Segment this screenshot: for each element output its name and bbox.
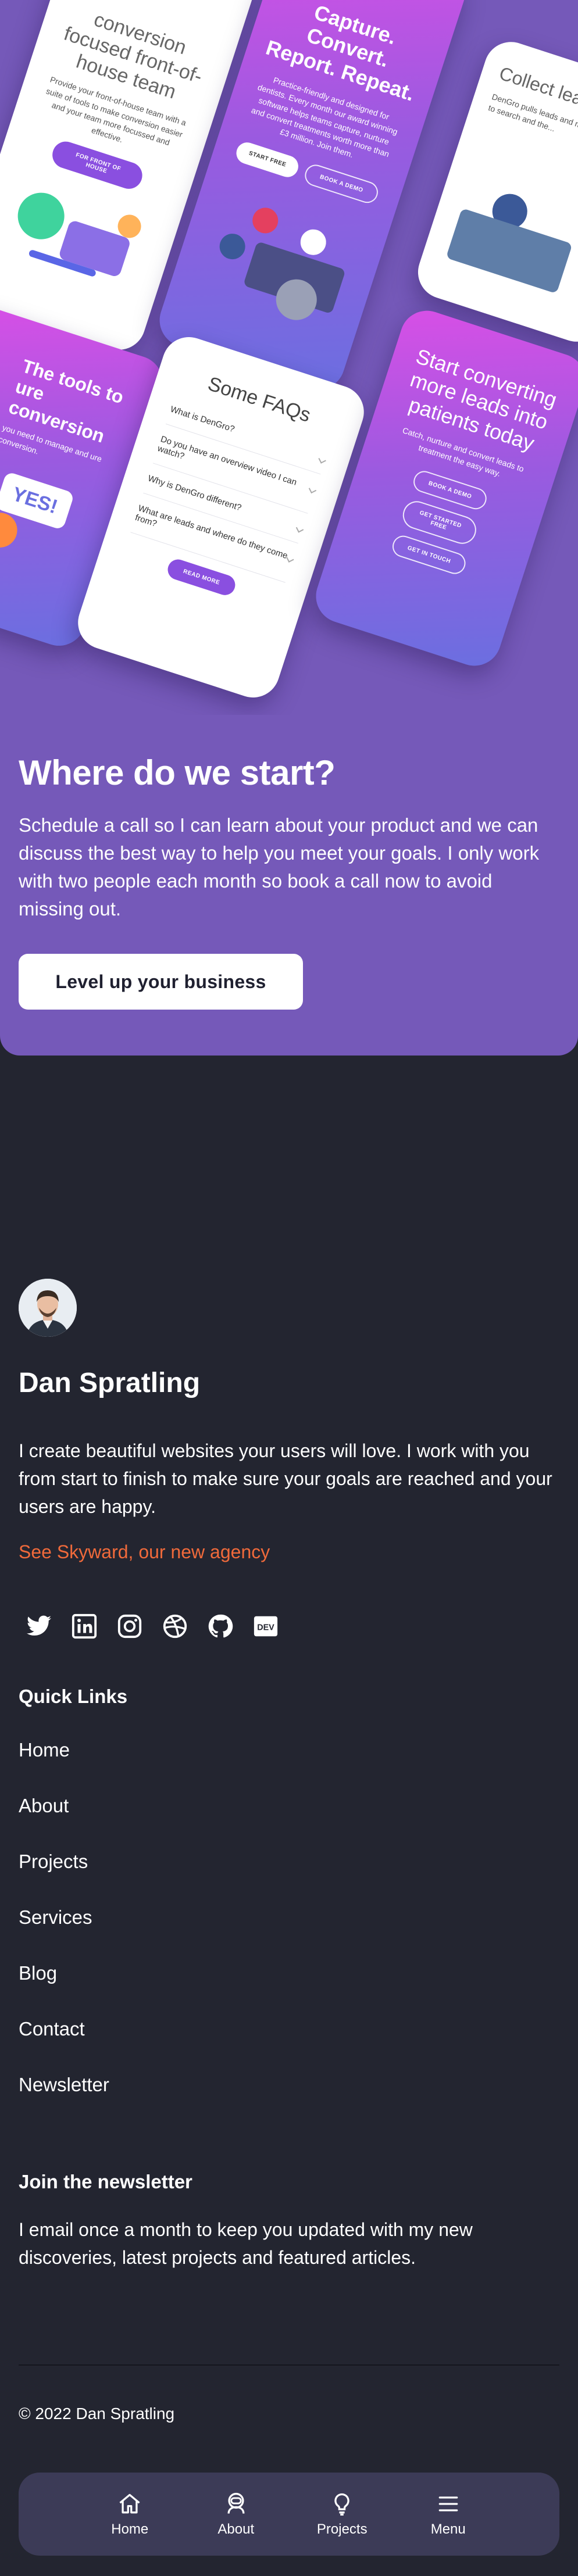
start-heading: Where do we start? <box>19 753 336 792</box>
nav-projects[interactable]: Projects <box>301 2491 383 2538</box>
agency-link[interactable]: See Skyward, our new agency <box>19 1541 270 1563</box>
avatar <box>19 1279 77 1337</box>
quick-link-newsletter[interactable]: Newsletter <box>19 2074 109 2095</box>
profile-bio: I create beautiful websites your users w… <box>19 1440 552 1517</box>
instagram-icon[interactable] <box>115 1612 144 1641</box>
github-icon[interactable] <box>206 1612 235 1641</box>
dev-icon[interactable]: DEV <box>251 1612 280 1641</box>
quick-link-projects[interactable]: Projects <box>19 1851 88 1872</box>
nav-about[interactable]: About <box>195 2491 277 2538</box>
newsletter-description: I email once a month to keep you updated… <box>19 2219 473 2268</box>
quick-links-list: Home About Projects Services Blog Contac… <box>19 1739 109 2130</box>
nav-menu[interactable]: Menu <box>408 2491 489 2538</box>
bottom-nav: Home About Projects Menu <box>19 2473 559 2556</box>
astronaut-icon <box>227 2492 245 2514</box>
copyright-text: © 2022 Dan Spratling <box>19 2405 175 2423</box>
quick-link-contact[interactable]: Contact <box>19 2018 85 2040</box>
dev-icon-label: DEV <box>257 1623 274 1633</box>
avatar-portrait <box>19 1279 77 1337</box>
level-up-button[interactable]: Level up your business <box>19 954 303 1010</box>
nav-about-label: About <box>217 2521 255 2537</box>
nav-menu-label: Menu <box>430 2521 466 2537</box>
quick-links-heading: Quick Links <box>19 1686 128 1707</box>
twitter-icon[interactable] <box>24 1612 53 1641</box>
footer-divider <box>19 2364 559 2366</box>
nav-projects-label: Projects <box>316 2521 368 2537</box>
social-links: DEV <box>24 1609 280 1644</box>
dribbble-icon[interactable] <box>160 1612 190 1641</box>
lightbulb-icon <box>334 2493 349 2516</box>
newsletter-heading: Join the newsletter <box>19 2171 192 2192</box>
phone-mockup-start: Start converting more leads into patient… <box>309 303 578 673</box>
start-description: Schedule a call so I can learn about you… <box>19 814 540 920</box>
quick-link-home[interactable]: Home <box>19 1739 70 1761</box>
nav-home[interactable]: Home <box>89 2491 170 2538</box>
quick-link-services[interactable]: Services <box>19 1906 92 1928</box>
hamburger-icon <box>438 2496 458 2511</box>
showcase-mockups: conversion focused front-of-house team P… <box>0 0 578 715</box>
nav-home-label: Home <box>111 2521 149 2537</box>
quick-link-blog[interactable]: Blog <box>19 1962 57 1984</box>
profile-name: Dan Spratling <box>19 1368 201 1398</box>
home-icon <box>119 2493 140 2513</box>
linkedin-icon[interactable] <box>70 1612 99 1641</box>
quick-link-about[interactable]: About <box>19 1795 69 1816</box>
hero-card: conversion focused front-of-house team P… <box>0 0 578 1056</box>
